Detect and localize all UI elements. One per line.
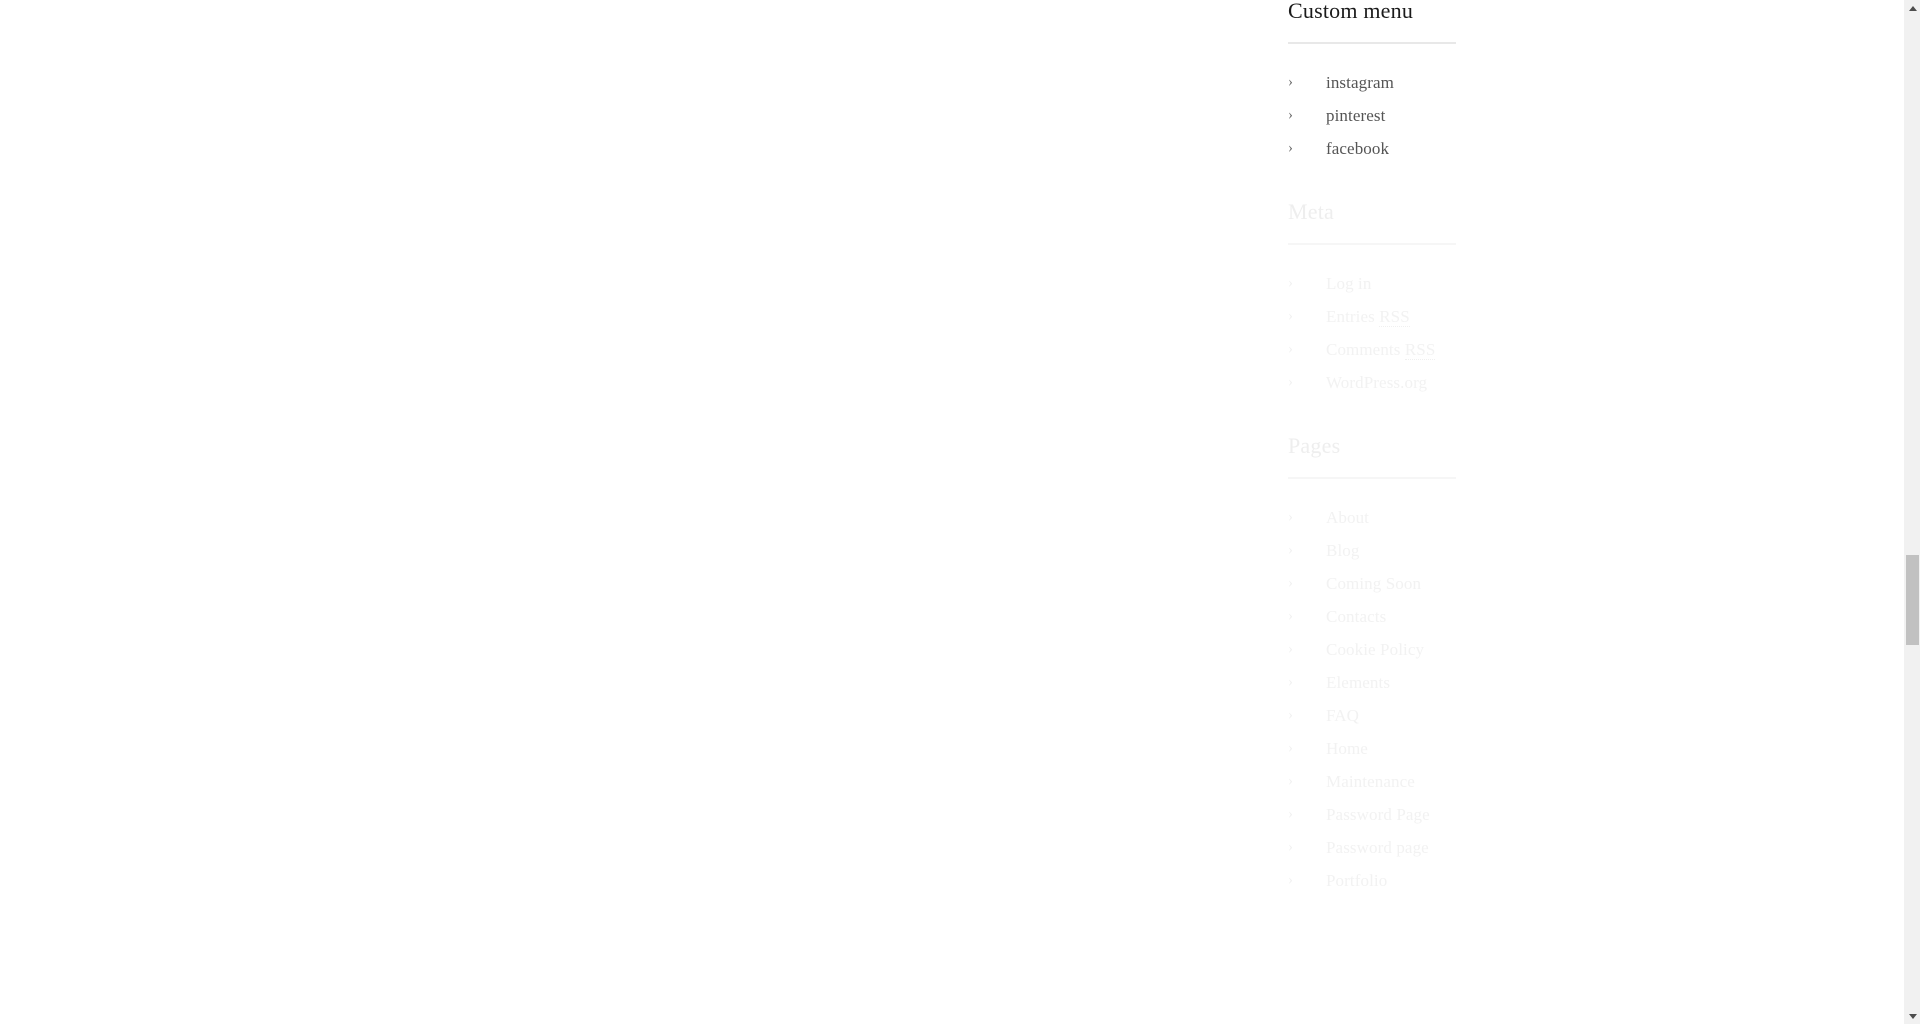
list-item[interactable]: › Cookie Policy <box>1288 633 1848 666</box>
chevron-right-icon: › <box>1288 839 1293 855</box>
widget-title-custom-menu: Custom menu <box>1288 0 1414 23</box>
meta-link-entries-rss[interactable]: Entries RSS <box>1326 307 1410 327</box>
widget-divider-meta <box>1288 243 1456 245</box>
list-item[interactable]: › facebook <box>1288 132 1848 165</box>
list-item[interactable]: › Maintenance <box>1288 765 1848 798</box>
menu-list-custom-menu: › instagram › pinterest › facebook <box>1288 66 1848 165</box>
page-root: Custom menu › instagram › pinterest › fa… <box>0 0 1920 1024</box>
meta-link-wordpress-org[interactable]: WordPress.org <box>1326 373 1427 392</box>
meta-link-comments-rss[interactable]: Comments RSS <box>1326 340 1436 360</box>
meta-link-comments-rss-label: Comments RSS <box>1326 340 1436 360</box>
list-item[interactable]: › Contacts <box>1288 600 1848 633</box>
list-item[interactable]: › Elements <box>1288 666 1848 699</box>
list-item[interactable]: › About <box>1288 501 1848 534</box>
chevron-right-icon: › <box>1288 542 1293 558</box>
page-link-maintenance[interactable]: Maintenance <box>1326 772 1415 791</box>
chevron-right-icon: › <box>1288 374 1293 390</box>
chevron-right-icon: › <box>1288 608 1293 624</box>
page-link-password-page-upper[interactable]: Password Page <box>1326 805 1430 824</box>
chevron-right-icon: › <box>1288 509 1293 525</box>
scroll-down-button[interactable] <box>1904 1007 1920 1024</box>
chevron-right-icon: › <box>1288 341 1293 357</box>
page-link-blog[interactable]: Blog <box>1326 541 1359 560</box>
main-content-area <box>0 0 1280 1024</box>
list-item[interactable]: › Coming Soon <box>1288 567 1848 600</box>
widget-pages: Pages › About › Blog › Coming Soon › Con… <box>1288 433 1848 897</box>
page-link-faq[interactable]: FAQ <box>1326 706 1359 725</box>
list-item[interactable]: › Comments RSS <box>1288 333 1848 366</box>
list-item[interactable]: › Password Page <box>1288 798 1848 831</box>
list-item[interactable]: › Home <box>1288 732 1848 765</box>
page-link-password-page-lower[interactable]: Password page <box>1326 838 1429 857</box>
list-item[interactable]: › Entries RSS <box>1288 300 1848 333</box>
meta-link-entries-rss-label: Entries RSS <box>1326 307 1410 327</box>
scroll-up-arrow-icon <box>1908 5 1917 11</box>
widget-divider-custom-menu <box>1288 42 1456 44</box>
abbreviation: RSS <box>1379 307 1410 327</box>
meta-link-log-in[interactable]: Log in <box>1326 274 1371 293</box>
page-link-contacts[interactable]: Contacts <box>1326 607 1386 626</box>
scroll-up-button[interactable] <box>1904 0 1920 17</box>
list-item[interactable]: › Log in <box>1288 267 1848 300</box>
chevron-right-icon: › <box>1288 575 1293 591</box>
chevron-right-icon: › <box>1288 74 1293 90</box>
page-link-portfolio[interactable]: Portfolio <box>1326 871 1387 890</box>
chevron-right-icon: › <box>1288 707 1293 723</box>
chevron-right-icon: › <box>1288 140 1293 156</box>
vertical-scrollbar[interactable] <box>1903 0 1920 1024</box>
chevron-right-icon: › <box>1288 740 1293 756</box>
chevron-right-icon: › <box>1288 641 1293 657</box>
page-link-coming-soon[interactable]: Coming Soon <box>1326 574 1421 593</box>
page-link-cookie-policy[interactable]: Cookie Policy <box>1326 640 1424 659</box>
chevron-right-icon: › <box>1288 872 1293 888</box>
chevron-right-icon: › <box>1288 806 1293 822</box>
list-item[interactable]: › Portfolio <box>1288 864 1848 897</box>
chevron-right-icon: › <box>1288 308 1293 324</box>
chevron-right-icon: › <box>1288 674 1293 690</box>
sidebar: Custom menu › instagram › pinterest › fa… <box>1288 0 1848 1024</box>
menu-list-meta: › Log in › Entries RSS › Comments RSS › … <box>1288 267 1848 399</box>
scroll-down-arrow-icon <box>1908 1013 1917 1019</box>
chevron-right-icon: › <box>1288 275 1293 291</box>
list-item[interactable]: › instagram <box>1288 66 1848 99</box>
widget-title-meta: Meta <box>1288 199 1335 224</box>
widget-meta: Meta › Log in › Entries RSS › Comments R… <box>1288 199 1848 399</box>
widget-divider-pages <box>1288 477 1456 479</box>
chevron-right-icon: › <box>1288 773 1293 789</box>
menu-list-pages: › About › Blog › Coming Soon › Contacts … <box>1288 501 1848 897</box>
menu-link-instagram[interactable]: instagram <box>1326 73 1394 92</box>
chevron-right-icon: › <box>1288 107 1293 123</box>
list-item[interactable]: › WordPress.org <box>1288 366 1848 399</box>
page-link-about[interactable]: About <box>1326 508 1369 527</box>
page-link-home[interactable]: Home <box>1326 739 1368 758</box>
menu-link-facebook[interactable]: facebook <box>1326 139 1389 158</box>
list-item[interactable]: › FAQ <box>1288 699 1848 732</box>
scrollbar-thumb[interactable] <box>1906 555 1919 645</box>
page-link-elements[interactable]: Elements <box>1326 673 1390 692</box>
abbreviation: RSS <box>1404 340 1436 360</box>
list-item[interactable]: › Blog <box>1288 534 1848 567</box>
widget-title-pages: Pages <box>1288 433 1341 458</box>
list-item[interactable]: › pinterest <box>1288 99 1848 132</box>
menu-link-pinterest[interactable]: pinterest <box>1326 106 1385 125</box>
widget-custom-menu: Custom menu › instagram › pinterest › fa… <box>1288 0 1848 165</box>
list-item[interactable]: › Password page <box>1288 831 1848 864</box>
